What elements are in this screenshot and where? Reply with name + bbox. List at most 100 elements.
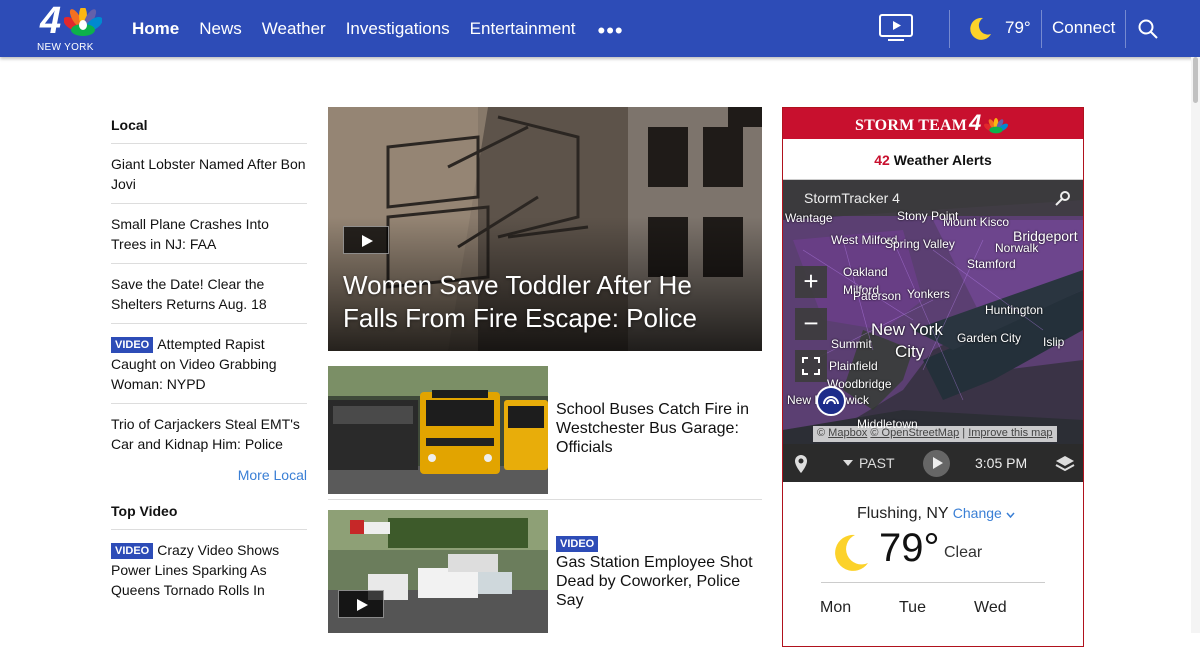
map-label: Islip [1043, 335, 1065, 349]
story-card[interactable]: VIDEO Gas Station Employee Shot Dead by … [328, 510, 762, 633]
mapbox-link[interactable]: Mapbox [828, 427, 867, 439]
zoom-out-button[interactable]: − [795, 308, 827, 340]
nav-news[interactable]: News [199, 19, 242, 39]
logo-number: 4 [40, 0, 62, 42]
change-location-link[interactable]: Change [953, 505, 1015, 521]
map-label: Stony Point [897, 209, 959, 223]
more-menu-icon[interactable]: ••• [598, 19, 624, 41]
attribution-prefix: © [817, 427, 826, 439]
storm-team-header[interactable]: STORM TEAM 4 [783, 108, 1083, 139]
video-badge: VIDEO [556, 536, 599, 552]
nav-divider [1125, 10, 1126, 48]
improve-map-link[interactable]: Improve this map [968, 427, 1052, 439]
hero-headline[interactable]: Women Save Toddler After He Falls From F… [343, 269, 753, 335]
radar-location-icon[interactable] [816, 386, 846, 416]
local-story-title: Save the Date! Clear the Shelters Return… [111, 276, 267, 312]
local-story[interactable]: Save the Date! Clear the Shelters Return… [111, 264, 307, 324]
peacock-icon [984, 118, 1008, 134]
map-label: Garden City [957, 331, 1022, 345]
map-label: Spring Valley [885, 237, 955, 251]
storm-tracker-map[interactable]: StormTracker 4 Milford West Milford Spri… [783, 180, 1083, 482]
radar-play-button[interactable] [923, 450, 950, 477]
chevron-down-icon[interactable] [843, 460, 853, 466]
more-local-link[interactable]: More Local [111, 463, 307, 493]
local-heading: Local [111, 107, 307, 144]
scrollbar-thumb[interactable] [1193, 57, 1198, 103]
local-story-title: Giant Lobster Named After Bon Jovi [111, 156, 306, 192]
video-play-button[interactable] [338, 590, 384, 618]
map-label: Huntington [985, 303, 1044, 317]
map-label: Yonkers [907, 287, 950, 301]
current-location: Flushing, NY Change [857, 505, 1015, 523]
top-nav-bar: 4 NEW YORK Home News Weather Investigati… [0, 0, 1200, 57]
map-label: Paterson [853, 289, 902, 303]
weather-widget: STORM TEAM 4 42 Weather Alerts StormTrac… [782, 107, 1084, 647]
divider [821, 582, 1045, 583]
divider [328, 499, 762, 500]
story-card[interactable]: School Buses Catch Fire in Westchester B… [328, 366, 762, 494]
map-label: Wantage [785, 211, 833, 225]
change-label: Change [952, 505, 1002, 521]
map-label: Norwalk [995, 241, 1039, 255]
moon-icon[interactable] [967, 16, 993, 42]
video-badge: VIDEO [111, 543, 154, 559]
main-nav: Home News Weather Investigations Enterta… [132, 0, 624, 57]
map-time: 3:05 PM [975, 455, 1028, 471]
station-logo[interactable]: 4 NEW YORK [36, 2, 108, 54]
local-story[interactable]: Small Plane Crashes Into Trees in NJ: FA… [111, 204, 307, 264]
map-label: New York [871, 320, 943, 339]
past-toggle[interactable]: PAST [859, 455, 895, 471]
peacock-icon [64, 8, 102, 36]
story-headline[interactable]: School Buses Catch Fire in Westchester B… [556, 400, 756, 457]
weather-alerts-link[interactable]: 42 Weather Alerts [783, 139, 1083, 180]
nav-divider [1041, 10, 1042, 48]
map-title: StormTracker 4 [804, 190, 900, 206]
current-condition: Clear [944, 544, 983, 561]
zoom-in-button[interactable]: + [795, 266, 827, 298]
current-temperature: 79° [879, 526, 940, 570]
forecast-day: Tue [899, 599, 926, 616]
osm-link[interactable]: © OpenStreetMap [870, 427, 959, 439]
alerts-count: 42 [874, 152, 890, 168]
video-play-button[interactable] [343, 226, 389, 254]
nav-divider [949, 10, 950, 48]
story-headline[interactable]: Gas Station Employee Shot Dead by Cowork… [556, 554, 753, 609]
local-story-title: Trio of Carjackers Steal EMT's Car and K… [111, 416, 300, 452]
local-story[interactable]: VIDEO Attempted Rapist Caught on Video Gr… [111, 324, 307, 404]
search-icon[interactable] [1137, 18, 1159, 40]
top-video-story[interactable]: VIDEO Crazy Video Shows Power Lines Spark… [111, 530, 307, 609]
layers-icon[interactable] [1055, 454, 1075, 474]
map-label: City [895, 342, 925, 361]
storm-team-number: 4 [969, 110, 982, 135]
nav-weather[interactable]: Weather [262, 19, 326, 39]
nav-entertainment[interactable]: Entertainment [470, 19, 576, 39]
forecast-day: Mon [820, 599, 852, 616]
fullscreen-icon [802, 357, 820, 375]
fullscreen-button[interactable] [795, 350, 827, 382]
hero-story[interactable]: Women Save Toddler After He Falls From F… [328, 107, 762, 351]
storm-team-title: STORM TEAM [855, 117, 968, 134]
alerts-label: Weather Alerts [893, 152, 992, 168]
logo-text: NEW YORK [37, 42, 94, 53]
chevron-down-icon [1006, 512, 1015, 519]
nav-temperature[interactable]: 79° [1005, 18, 1031, 38]
location-name: Flushing, NY [857, 505, 949, 522]
video-badge: VIDEO [111, 337, 154, 353]
map-label: Plainfield [829, 359, 878, 373]
tv-play-icon[interactable] [878, 13, 914, 43]
key-icon[interactable] [1053, 190, 1071, 208]
local-story[interactable]: Trio of Carjackers Steal EMT's Car and K… [111, 404, 307, 463]
connect-link[interactable]: Connect [1052, 18, 1115, 38]
scrollbar-track[interactable] [1191, 57, 1200, 633]
nav-investigations[interactable]: Investigations [346, 19, 450, 39]
local-story-title: Small Plane Crashes Into Trees in NJ: FA… [111, 216, 269, 252]
story-text-block: VIDEO Gas Station Employee Shot Dead by … [556, 534, 756, 610]
map-controls: PAST 3:05 PM [783, 444, 1083, 482]
nav-home[interactable]: Home [132, 19, 179, 39]
top-video-heading: Top Video [111, 493, 307, 530]
location-pin-icon[interactable] [793, 454, 809, 474]
local-story[interactable]: Giant Lobster Named After Bon Jovi [111, 144, 307, 204]
moon-icon [835, 534, 868, 571]
map-label: Summit [831, 337, 872, 351]
story-image [328, 366, 548, 494]
